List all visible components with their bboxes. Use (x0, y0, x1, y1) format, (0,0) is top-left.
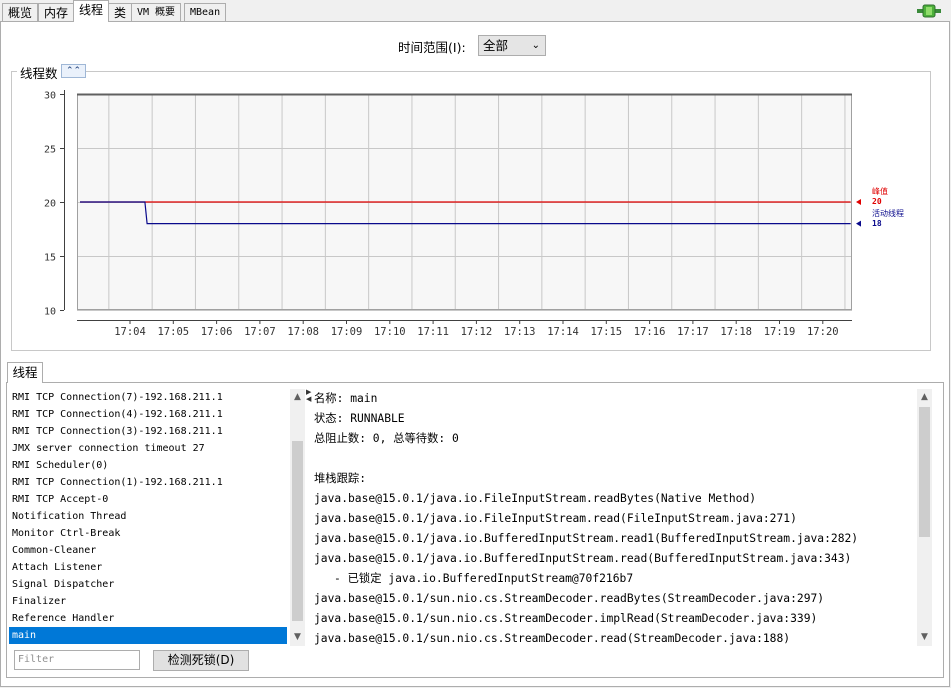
thread-count-chart: 10 15 20 25 30 17:04 17:05 17:06 17:07 17:08 17:09… (44, 90, 904, 338)
thread-detail-line: - 已锁定 java.io.BufferedInputStream@70f216… (334, 572, 634, 585)
x-tick-label: 17:10 (374, 326, 406, 338)
y-tick-label: 15 (44, 253, 56, 264)
x-tick-label: 17:14 (547, 326, 579, 338)
thread-list-item[interactable]: main (9, 627, 287, 644)
thread-detail-line: java.base@15.0.1/sun.nio.cs.StreamDecode… (314, 592, 825, 605)
x-tick-label: 17:18 (720, 326, 752, 338)
x-tick-label: 17:13 (504, 326, 536, 338)
x-tick-label: 17:11 (417, 326, 449, 338)
y-tick-label: 30 (44, 91, 56, 102)
detect-deadlock-button[interactable]: 检测死锁(D) (153, 650, 249, 671)
thread-detail-line: 堆栈跟踪: (314, 472, 366, 485)
thread-detail-line (310, 449, 917, 469)
thread-list-scrollbar[interactable]: ▲ ▼ (290, 389, 305, 646)
legend-value: 20 (872, 197, 882, 206)
thread-filter-input[interactable]: Filter (14, 650, 140, 670)
thread-list-item[interactable]: Attach Listener (9, 559, 287, 576)
scroll-up-icon[interactable]: ▲ (917, 389, 932, 406)
thread-detail-line: java.base@15.0.1/java.io.FileInputStream… (314, 512, 797, 525)
x-tick-label: 17:20 (807, 326, 839, 338)
thread-detail-line: java.base@15.0.1/java.io.FileInputStream… (314, 492, 757, 505)
thread-detail-line: 状态: RUNNABLE (314, 412, 405, 425)
thread-list-item[interactable]: Signal Dispatcher (9, 576, 287, 593)
scroll-down-icon[interactable]: ▼ (290, 629, 305, 646)
x-tick-label: 17:17 (677, 326, 709, 338)
thread-list-item[interactable]: Notification Thread (9, 508, 287, 525)
y-tick-label: 20 (44, 199, 56, 210)
legend-name: 峰值 (872, 186, 888, 196)
thread-list-item[interactable]: Reference Handler (9, 610, 287, 627)
thread-list-item[interactable]: Common-Cleaner (9, 542, 287, 559)
thread-detail-line: 名称: main (314, 392, 378, 405)
legend-value: 18 (872, 219, 882, 228)
y-tick-label: 25 (44, 145, 56, 156)
thread-list-item[interactable]: RMI TCP Connection(4)-192.168.211.1 (9, 406, 287, 423)
scroll-down-icon[interactable]: ▼ (917, 629, 932, 646)
scroll-thumb[interactable] (919, 407, 930, 537)
x-tick-label: 17:04 (114, 326, 146, 338)
thread-detail-line: java.base@15.0.1/sun.nio.cs.StreamDecode… (314, 632, 791, 645)
series-marker (856, 220, 861, 227)
thread-list-item[interactable]: RMI TCP Connection(3)-192.168.211.1 (9, 423, 287, 440)
thread-detail-line: java.base@15.0.1/java.io.BufferedInputSt… (314, 552, 852, 565)
tab-threads[interactable]: 线程 (73, 0, 110, 22)
thread-detail-line: java.base@15.0.1/sun.nio.cs.StreamDecode… (314, 612, 818, 625)
x-tick-label: 17:06 (201, 326, 233, 338)
thread-list: RMI TCP Connection(7)-192.168.211.1 RMI T… (9, 389, 287, 646)
thread-detail-line: 总阻止数: 0, 总等待数: 0 (314, 432, 459, 445)
thread-list-item[interactable]: RMI Scheduler(0) (9, 457, 287, 474)
x-tick-label: 17:16 (634, 326, 666, 338)
thread-list-item[interactable]: RMI TCP Connection(1)-192.168.211.1 (9, 474, 287, 491)
x-tick-label: 17:09 (331, 326, 363, 338)
thread-list-item[interactable]: RMI TCP Connection(7)-192.168.211.1 (9, 389, 287, 406)
threads-list-tab[interactable]: 线程 (7, 362, 43, 383)
thread-detail: 名称: main 状态: RUNNABLE 总阻止数: 0, 总等待数: 0 堆栈跟… (310, 389, 917, 646)
scroll-up-icon[interactable]: ▲ (290, 389, 305, 406)
x-tick-label: 17:19 (764, 326, 796, 338)
x-tick-label: 17:12 (461, 326, 493, 338)
detail-scrollbar[interactable]: ▲ ▼ (917, 389, 932, 646)
series-marker (856, 199, 861, 205)
x-tick-label: 17:08 (287, 326, 319, 338)
x-tick-label: 17:15 (590, 326, 622, 338)
thread-list-item[interactable]: Finalizer (9, 593, 287, 610)
thread-list-item[interactable]: JMX server connection timeout 27 (9, 440, 287, 457)
y-tick-label: 10 (44, 307, 56, 318)
scroll-thumb[interactable] (292, 441, 303, 621)
thread-detail-line: java.base@15.0.1/java.io.BufferedInputSt… (314, 532, 859, 545)
thread-list-item[interactable]: Monitor Ctrl-Break (9, 525, 287, 542)
x-tick-label: 17:05 (157, 326, 189, 338)
legend-name: 活动线程 (872, 208, 904, 218)
x-tick-label: 17:07 (244, 326, 276, 338)
thread-list-item[interactable]: RMI TCP Accept-0 (9, 491, 287, 508)
